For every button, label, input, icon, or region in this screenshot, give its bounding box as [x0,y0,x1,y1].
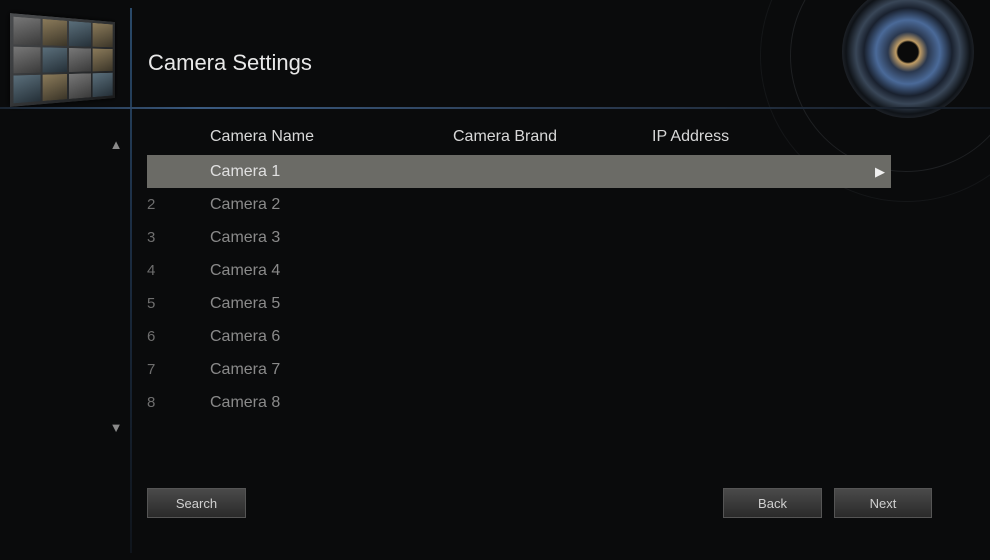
camera-name: Camera 3 [210,229,281,246]
camera-name: Camera 8 [210,394,281,411]
back-button[interactable]: Back [723,488,822,518]
column-header-camera-brand: Camera Brand [453,128,558,145]
search-button[interactable]: Search [147,488,246,518]
column-header-ip-address: IP Address [652,128,730,145]
camera-settings-screen: Camera Settings Camera Name Camera Brand… [0,0,990,560]
scroll-down-icon[interactable]: ▼ [108,421,124,435]
row-number: 5 [147,295,156,312]
row-number: 2 [147,196,156,213]
camera-row[interactable]: 2 Camera 2 [147,188,891,221]
row-number: 6 [147,328,156,345]
camera-name: Camera 6 [210,328,281,345]
camera-name: Camera 5 [210,295,281,312]
camera-row[interactable]: 6 Camera 6 [147,320,891,353]
camera-name: Camera 1 [210,163,281,180]
camera-row[interactable]: 3 Camera 3 [147,221,891,254]
camera-row[interactable]: 5 Camera 5 [147,287,891,320]
camera-row[interactable]: 4 Camera 4 [147,254,891,287]
row-number: 8 [147,394,156,411]
camera-name: Camera 2 [210,196,281,213]
camera-row[interactable]: Camera 1 ▶ [147,155,891,188]
horizontal-divider [0,107,990,109]
camera-row[interactable]: 7 Camera 7 [147,353,891,386]
row-number: 7 [147,361,156,378]
row-number: 3 [147,229,156,246]
column-header-camera-name: Camera Name [210,128,315,145]
page-title: Camera Settings [148,50,312,75]
camera-row[interactable]: 8 Camera 8 [147,386,891,419]
next-button[interactable]: Next [834,488,932,518]
camera-name: Camera 4 [210,262,281,279]
camera-grid-thumbnail [9,13,115,107]
vertical-divider [130,8,132,553]
play-arrow-icon: ▶ [875,164,885,179]
row-number: 4 [147,262,156,279]
camera-name: Camera 7 [210,361,281,378]
scroll-up-icon[interactable]: ▲ [108,138,124,152]
